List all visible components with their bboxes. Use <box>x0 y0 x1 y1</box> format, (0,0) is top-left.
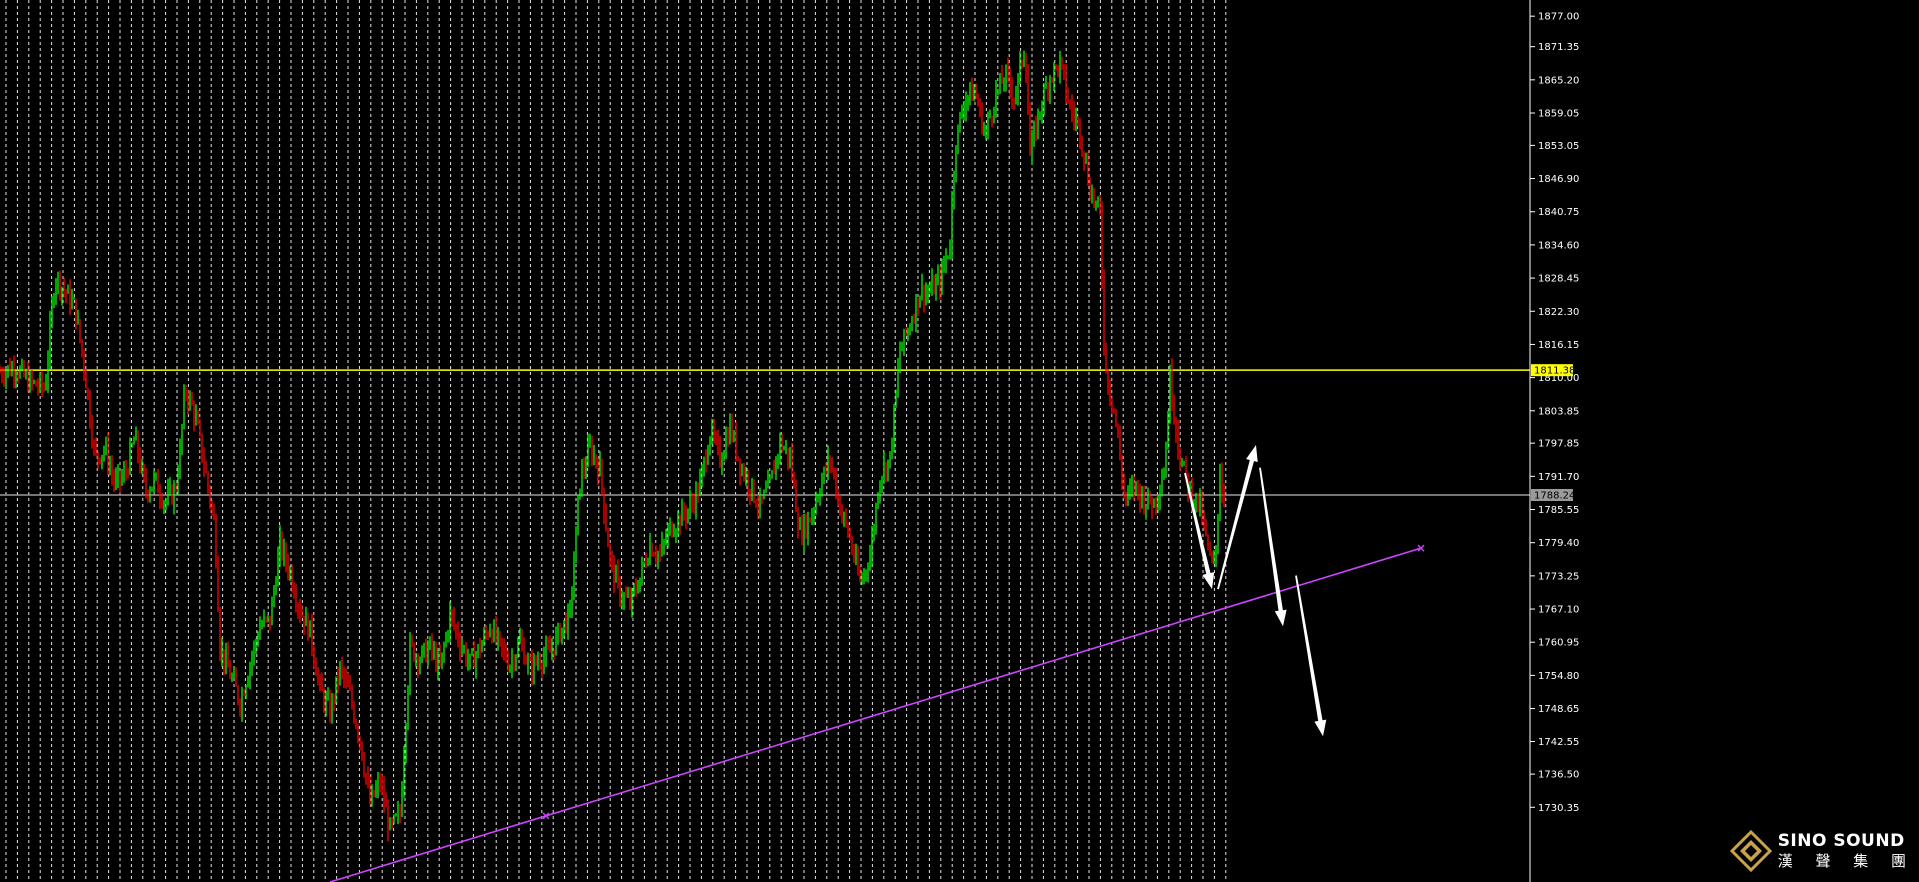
chart-canvas: 1877.00 1871.35 1865.20 1859.05 1853.05 1846.… <box>0 0 1579 882</box>
price-tag-label: 1788.24 <box>1534 490 1575 501</box>
axis-tick-label: 1797.85 <box>1538 439 1579 450</box>
logo-chinese-name: 漢 聲 集 團 <box>1777 852 1915 870</box>
axis-tick-label: 1730.35 <box>1538 803 1579 814</box>
axis-tick-label: 1760.95 <box>1538 638 1579 649</box>
diamond-logo-icon <box>1729 830 1772 872</box>
logo-text: SINO SOUND 漢 聲 集 團 <box>1778 833 1915 869</box>
support-trendline <box>329 547 1422 882</box>
axis-tick-label: 1816.15 <box>1538 340 1579 351</box>
forecast-arrow <box>1184 472 1215 590</box>
price-series <box>0 50 1225 842</box>
axis-tick-label: 1865.20 <box>1538 75 1579 86</box>
axis-tick-label: 1803.85 <box>1538 406 1579 417</box>
axis-tick-label: 1773.25 <box>1538 571 1579 582</box>
forecast-arrow <box>1217 445 1258 590</box>
axis-tick-label: 1877.00 <box>1538 12 1579 23</box>
axis-tick-label: 1871.35 <box>1538 42 1579 53</box>
chart-grid <box>5 0 1227 882</box>
axis-tick-label: 1859.05 <box>1538 109 1579 120</box>
axis-tick-label: 1754.80 <box>1538 671 1579 682</box>
axis-tick-label: 1742.55 <box>1538 737 1579 748</box>
axis-tick-label: 1736.50 <box>1538 770 1579 781</box>
axis-tick-label: 1840.75 <box>1538 207 1579 218</box>
brand-logo: SINO SOUND 漢 聲 集 團 <box>1729 830 1915 872</box>
axis-tick-label: 1767.10 <box>1538 605 1579 616</box>
reference-lines <box>0 369 1530 496</box>
axis-tick-label: 1822.30 <box>1538 307 1579 318</box>
axis-tick-label: 1785.55 <box>1538 505 1579 516</box>
axis-tick-label: 1748.65 <box>1538 704 1579 715</box>
axis-tick-label: 1791.70 <box>1538 472 1579 483</box>
logo-english-name: SINO SOUND <box>1777 831 1905 851</box>
trendline <box>329 544 1425 882</box>
axis-tick-label: 1828.45 <box>1538 274 1579 285</box>
axis-tick-label: 1834.60 <box>1538 240 1579 251</box>
axis-tick-label: 1846.90 <box>1538 174 1579 185</box>
price-tag-label: 1811.38 <box>1534 366 1575 377</box>
forecast-arrow <box>1295 575 1327 737</box>
forecast-arrows <box>1184 445 1327 737</box>
forecast-arrow <box>1259 467 1287 627</box>
price-axis: 1877.00 1871.35 1865.20 1859.05 1853.05 1846.… <box>1529 0 1579 882</box>
price-chart[interactable]: 1877.00 1871.35 1865.20 1859.05 1853.05 1846.… <box>0 0 1919 882</box>
axis-tick-label: 1779.40 <box>1538 538 1579 549</box>
axis-tick-label: 1853.05 <box>1538 141 1579 152</box>
